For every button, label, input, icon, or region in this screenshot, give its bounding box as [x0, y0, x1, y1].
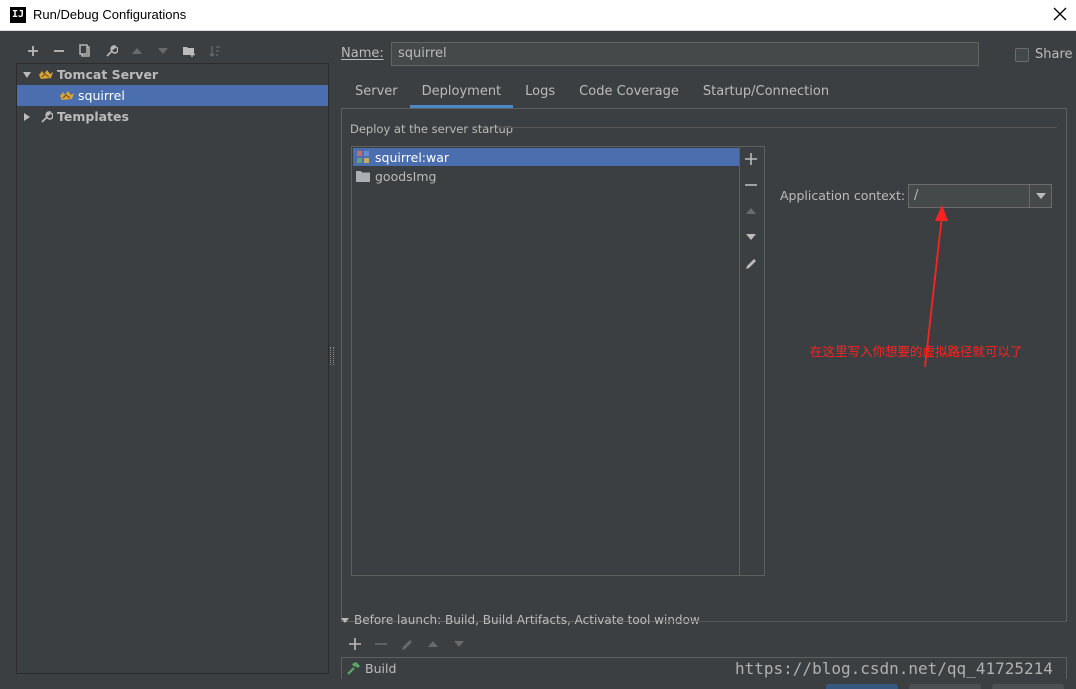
minus-icon: [54, 50, 64, 52]
minus-icon: [745, 184, 757, 186]
plus-icon: [745, 153, 757, 165]
title-bar: IJ Run/Debug Configurations: [0, 0, 1076, 31]
tree-group-label: Tomcat Server: [57, 67, 159, 82]
arrow-up-icon: [132, 48, 142, 54]
ok-button[interactable]: [826, 684, 898, 689]
tree-item-label: squirrel: [78, 88, 125, 103]
minus-icon: [375, 643, 387, 645]
share-label: Share: [1035, 47, 1073, 62]
edit-defaults-button[interactable]: [98, 41, 124, 61]
chevron-down-icon[interactable]: [1036, 193, 1046, 199]
tree-item-squirrel[interactable]: squirrel: [17, 85, 328, 106]
arrow-up-icon: [428, 641, 438, 647]
combo-divider: [1029, 185, 1030, 207]
wrench-icon: [38, 109, 54, 125]
artifact-item-goodsimg[interactable]: goodsImg: [353, 167, 739, 185]
add-task-button[interactable]: [342, 634, 368, 654]
before-launch-label: Before launch: Build, Build Artifacts, A…: [354, 613, 700, 627]
new-folder-button[interactable]: [176, 41, 202, 61]
add-config-button[interactable]: [20, 41, 46, 61]
pencil-icon: [401, 639, 412, 650]
tab-deployment[interactable]: Deployment: [409, 79, 514, 109]
dialog-body: Tomcat Server squirrel Templates Name: s…: [0, 31, 1076, 689]
share-checkbox[interactable]: Share: [1015, 47, 1073, 62]
sort-icon: [209, 46, 220, 57]
remove-artifact-button[interactable]: [739, 173, 763, 197]
artifact-item-squirrel-war[interactable]: squirrel:war: [353, 148, 739, 166]
move-up-button[interactable]: [124, 41, 150, 61]
config-tree: Tomcat Server squirrel Templates: [16, 63, 329, 674]
section-divider: [665, 621, 1067, 622]
folder-icon: [355, 169, 371, 183]
expanded-arrow-icon[interactable]: [21, 69, 33, 81]
tab-startup-connection[interactable]: Startup/Connection: [691, 79, 841, 109]
move-artifact-up-button[interactable]: [739, 199, 763, 223]
annotation-text: 在这里写入你想要的虚拟路径就可以了: [810, 344, 1023, 359]
artifact-label: goodsImg: [375, 168, 437, 184]
copy-config-button[interactable]: [72, 41, 98, 61]
cancel-button[interactable]: [909, 684, 981, 689]
splitter-handle[interactable]: [330, 347, 334, 365]
pencil-icon: [745, 258, 756, 269]
collapsed-arrow-icon[interactable]: [21, 111, 33, 123]
artifact-list-toolbar: [739, 146, 765, 576]
arrow-down-icon: [746, 234, 756, 240]
tab-code-coverage[interactable]: Code Coverage: [567, 79, 691, 109]
add-artifact-button[interactable]: [739, 147, 763, 171]
move-artifact-down-button[interactable]: [739, 225, 763, 249]
artifact-list: squirrel:war goodsImg: [351, 146, 740, 576]
before-launch-toggle[interactable]: Before launch: Build, Build Artifacts, A…: [341, 613, 700, 627]
config-toolbar: [20, 41, 228, 61]
plus-icon: [349, 638, 361, 650]
arrow-up-icon: [746, 208, 756, 214]
move-down-button[interactable]: [150, 41, 176, 61]
task-label: Build: [365, 661, 397, 676]
close-window-button[interactable]: [1048, 2, 1072, 26]
watermark-text: https://blog.csdn.net/qq_41725214: [735, 659, 1053, 678]
copy-icon: [79, 44, 90, 57]
remove-config-button[interactable]: [46, 41, 72, 61]
tomcat-icon: [59, 88, 75, 104]
new-folder-icon: [183, 47, 195, 57]
name-label: Name:: [341, 46, 384, 61]
edit-task-button[interactable]: [394, 634, 420, 654]
tree-group-tomcat-server[interactable]: Tomcat Server: [17, 64, 328, 85]
apply-button[interactable]: [992, 684, 1064, 689]
artifact-label: squirrel:war: [375, 149, 450, 165]
war-artifact-icon: [355, 150, 371, 164]
application-context-label: Application context:: [780, 188, 906, 203]
sort-button[interactable]: [202, 41, 228, 61]
deploy-section-title: Deploy at the server startup: [350, 122, 514, 136]
section-divider: [497, 127, 1057, 128]
name-label-text: Name:: [341, 46, 384, 61]
tab-server[interactable]: Server: [343, 79, 410, 109]
checkbox-box[interactable]: [1015, 47, 1029, 62]
edit-artifact-button[interactable]: [739, 251, 763, 275]
move-task-down-button[interactable]: [446, 634, 472, 654]
tree-group-label: Templates: [57, 109, 129, 124]
move-task-up-button[interactable]: [420, 634, 446, 654]
arrow-down-icon: [454, 641, 464, 647]
tree-group-templates[interactable]: Templates: [17, 106, 328, 127]
close-icon: [1053, 7, 1067, 21]
window-title: Run/Debug Configurations: [33, 7, 187, 22]
arrow-down-icon: [158, 48, 168, 54]
intellij-app-icon: IJ: [10, 7, 26, 23]
tomcat-icon: [38, 67, 54, 83]
wrench-icon: [106, 45, 118, 57]
config-tabs: Server Deployment Logs Code Coverage Sta…: [343, 79, 841, 109]
hammer-icon: [345, 661, 361, 677]
name-input[interactable]: squirrel: [391, 42, 979, 66]
before-launch-toolbar: [342, 634, 472, 654]
expanded-triangle-icon: [341, 617, 349, 623]
plus-icon: [28, 46, 38, 56]
tab-logs[interactable]: Logs: [513, 79, 567, 109]
remove-task-button[interactable]: [368, 634, 394, 654]
